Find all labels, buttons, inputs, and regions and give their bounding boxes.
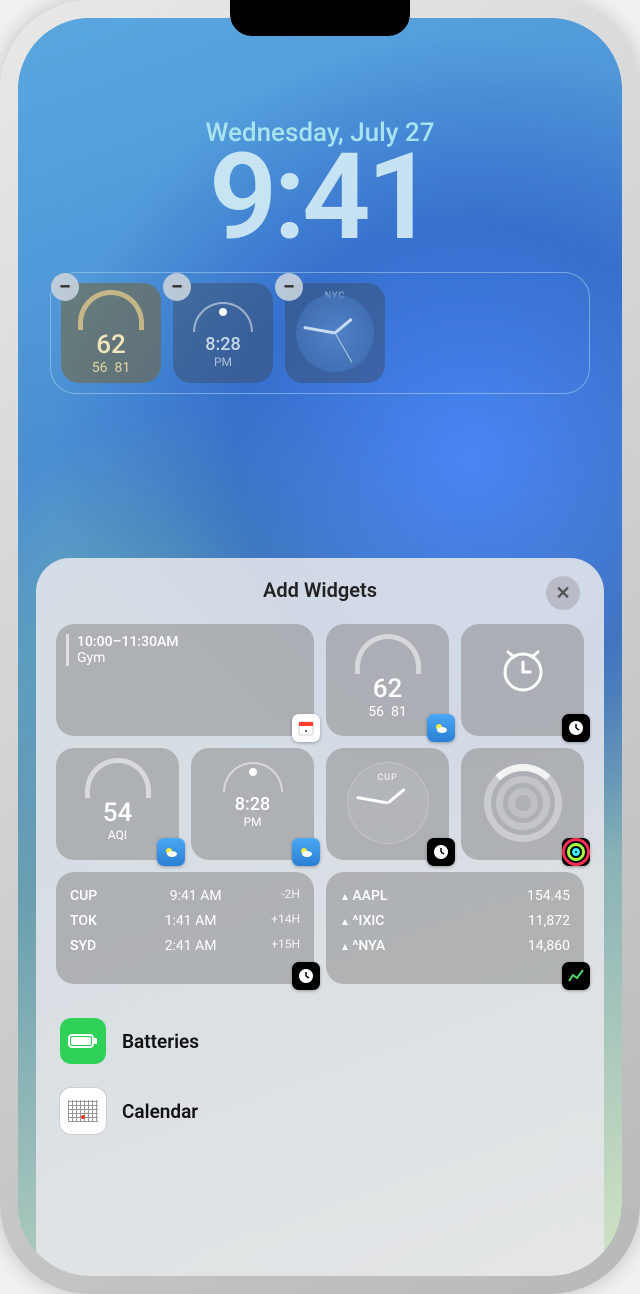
- stocks-app-badge-icon: [562, 962, 590, 990]
- widget-sunset[interactable]: 8:28 PM: [191, 748, 314, 860]
- lock-widget-weather[interactable]: − 62 56 81: [61, 283, 161, 383]
- gauge-arc-icon: [78, 290, 144, 330]
- alarm-icon: [496, 642, 550, 696]
- weather-temp: 62: [96, 330, 126, 360]
- app-row-calendar[interactable]: Calendar: [56, 1076, 584, 1146]
- calendar-event-time: 10:00–11:30AM: [77, 634, 304, 650]
- world-clock-row: CUP 9:41 AM -2H: [70, 884, 300, 909]
- remove-widget-button[interactable]: −: [275, 273, 303, 301]
- phone-frame: Wednesday, July 27 9:41 − 62 56 81 − 8:2…: [0, 0, 640, 1294]
- calendar-event-title: Gym: [77, 650, 304, 666]
- weather-temp: 62: [373, 674, 403, 704]
- sunset-arc-icon: [223, 762, 283, 792]
- lockscreen: Wednesday, July 27 9:41 − 62 56 81 − 8:2…: [18, 18, 622, 394]
- widget-analog-clock[interactable]: CUP: [326, 748, 449, 860]
- lock-widget-world-clock[interactable]: − NYC: [285, 283, 385, 383]
- aqi-label: AQI: [108, 828, 127, 842]
- suggested-widgets-grid: 10:00–11:30AM Gym 62 56 81: [56, 624, 584, 984]
- clock-app-badge-icon: [562, 714, 590, 742]
- clock-app-badge-icon: [292, 962, 320, 990]
- weather-app-badge-icon: [157, 838, 185, 866]
- app-label: Calendar: [122, 1100, 198, 1123]
- weather-range: 56 81: [92, 360, 130, 376]
- weather-app-badge-icon: [427, 714, 455, 742]
- activity-rings-icon: [484, 764, 562, 842]
- add-widgets-sheet: Add Widgets ✕ 10:00–11:30AM Gym: [36, 558, 604, 1276]
- sunset-period: PM: [214, 355, 232, 369]
- analog-clock-icon: CUP: [347, 762, 429, 844]
- widget-alarm[interactable]: [461, 624, 584, 736]
- calendar-app-badge-icon: [292, 714, 320, 742]
- notch: [230, 0, 410, 36]
- world-clock-row: TOK 1:41 AM +14H: [70, 909, 300, 934]
- lockscreen-time[interactable]: 9:41: [18, 138, 622, 258]
- calendar-app-icon: [60, 1088, 106, 1134]
- aqi-value: 54: [103, 798, 133, 828]
- analog-clock-icon: [296, 294, 374, 372]
- stock-row: ^NYA 14,860: [340, 934, 570, 959]
- gauge-arc-icon: [355, 634, 421, 674]
- widget-weather-gauge[interactable]: 62 56 81: [326, 624, 449, 736]
- fitness-app-badge-icon: [562, 838, 590, 866]
- app-label: Batteries: [122, 1030, 199, 1053]
- widget-world-clock-list[interactable]: CUP 9:41 AM -2H TOK 1:41 AM +14H SYD 2:4…: [56, 872, 314, 984]
- world-clock-row: SYD 2:41 AM +15H: [70, 934, 300, 959]
- clock-app-badge-icon: [427, 838, 455, 866]
- widget-air-quality[interactable]: 54 AQI: [56, 748, 179, 860]
- weather-range: 56 81: [368, 704, 406, 720]
- sunset-arc-icon: [193, 302, 253, 332]
- screen: Wednesday, July 27 9:41 − 62 56 81 − 8:2…: [18, 18, 622, 1276]
- weather-app-badge-icon: [292, 838, 320, 866]
- lock-widget-sunset[interactable]: − 8:28 PM: [173, 283, 273, 383]
- remove-widget-button[interactable]: −: [163, 273, 191, 301]
- sunset-time: 8:28: [235, 794, 270, 815]
- sheet-title: Add Widgets ✕: [56, 578, 584, 602]
- widget-fitness-rings[interactable]: [461, 748, 584, 860]
- close-button[interactable]: ✕: [546, 576, 580, 610]
- sunset-time: 8:28: [205, 334, 240, 355]
- widget-calendar-event[interactable]: 10:00–11:30AM Gym: [56, 624, 314, 736]
- widget-apps-list: Batteries Calendar: [56, 1006, 584, 1146]
- widget-bar[interactable]: − 62 56 81 − 8:28 PM − NYC: [50, 272, 590, 394]
- batteries-app-icon: [60, 1018, 106, 1064]
- app-row-batteries[interactable]: Batteries: [56, 1006, 584, 1076]
- close-icon: ✕: [555, 583, 570, 604]
- stock-row: ^IXIC 11,872: [340, 909, 570, 934]
- gauge-arc-icon: [85, 758, 151, 798]
- sunset-period: PM: [243, 815, 261, 829]
- remove-widget-button[interactable]: −: [51, 273, 79, 301]
- stock-row: AAPL 154.45: [340, 884, 570, 909]
- widget-stocks[interactable]: AAPL 154.45 ^IXIC 11,872 ^NYA 14,860: [326, 872, 584, 984]
